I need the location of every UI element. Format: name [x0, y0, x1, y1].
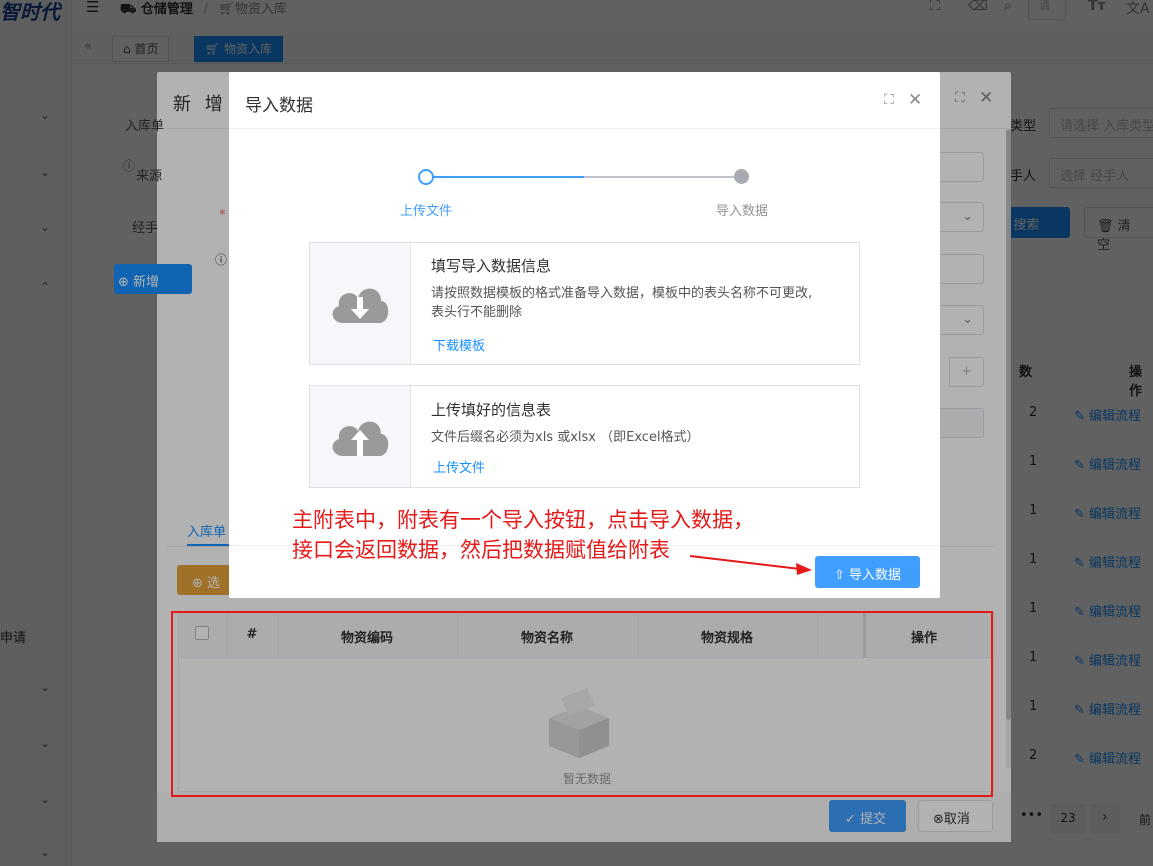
- annotation-highlight-box: [171, 611, 993, 797]
